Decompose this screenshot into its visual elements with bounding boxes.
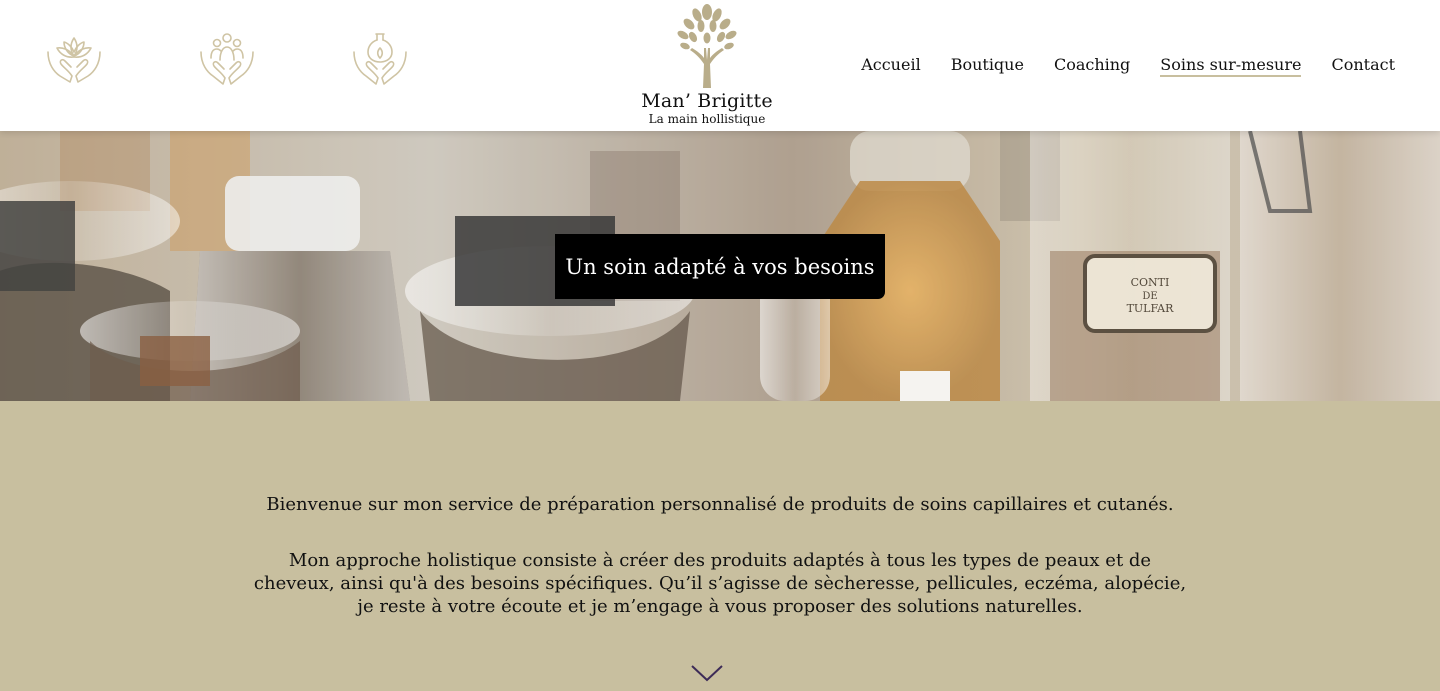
chevron-down-icon[interactable] bbox=[690, 663, 724, 683]
intro-section: Bienvenue sur mon service de préparation… bbox=[0, 401, 1440, 691]
nav-item-accueil[interactable]: Accueil bbox=[846, 52, 935, 79]
site-logo[interactable]: Man’ Brigitte La main hollistique bbox=[630, 2, 784, 130]
hero-cta-button[interactable]: Un soin adapté à vos besoins bbox=[555, 234, 885, 299]
nav-item-boutique[interactable]: Boutique bbox=[936, 52, 1039, 79]
intro-paragraph-2-line: cheveux, ainsi qu'à des besoins spécifiq… bbox=[253, 573, 1187, 594]
intro-paragraph-2-line: je reste à votre écoute et je m’engage à… bbox=[357, 596, 1083, 617]
main-nav: Accueil Boutique Coaching Soins sur-mesu… bbox=[846, 52, 1395, 79]
hands-flask-icon[interactable] bbox=[350, 30, 410, 88]
hero-banner: CONTI DE TULFAR Un soin adapté à vos bes… bbox=[0, 131, 1440, 401]
logo-tagline: La main hollistique bbox=[648, 112, 766, 126]
logo-name: Man’ Brigitte bbox=[641, 90, 773, 112]
nav-item-soins-sur-mesure[interactable]: Soins sur-mesure bbox=[1145, 52, 1316, 79]
nav-item-label: Accueil bbox=[861, 55, 921, 74]
intro-paragraph-2: Mon approche holistique consiste à créer… bbox=[0, 549, 1440, 618]
nav-item-label: Coaching bbox=[1053, 55, 1131, 74]
nav-item-contact[interactable]: Contact bbox=[1316, 52, 1395, 79]
hands-lotus-icon[interactable] bbox=[44, 30, 104, 88]
nav-item-coaching[interactable]: Coaching bbox=[1039, 52, 1145, 79]
nav-item-label: Soins sur-mesure bbox=[1160, 55, 1302, 77]
tree-hand-icon bbox=[677, 4, 737, 88]
hands-people-icon[interactable] bbox=[197, 30, 257, 88]
nav-item-label: Boutique bbox=[950, 55, 1024, 74]
intro-paragraph-1: Bienvenue sur mon service de préparation… bbox=[266, 494, 1174, 515]
intro-paragraph-2-line: Mon approche holistique consiste à créer… bbox=[288, 550, 1152, 571]
nav-item-label: Contact bbox=[1331, 55, 1395, 74]
site-header: Man’ Brigitte La main hollistique Accuei… bbox=[0, 0, 1440, 131]
